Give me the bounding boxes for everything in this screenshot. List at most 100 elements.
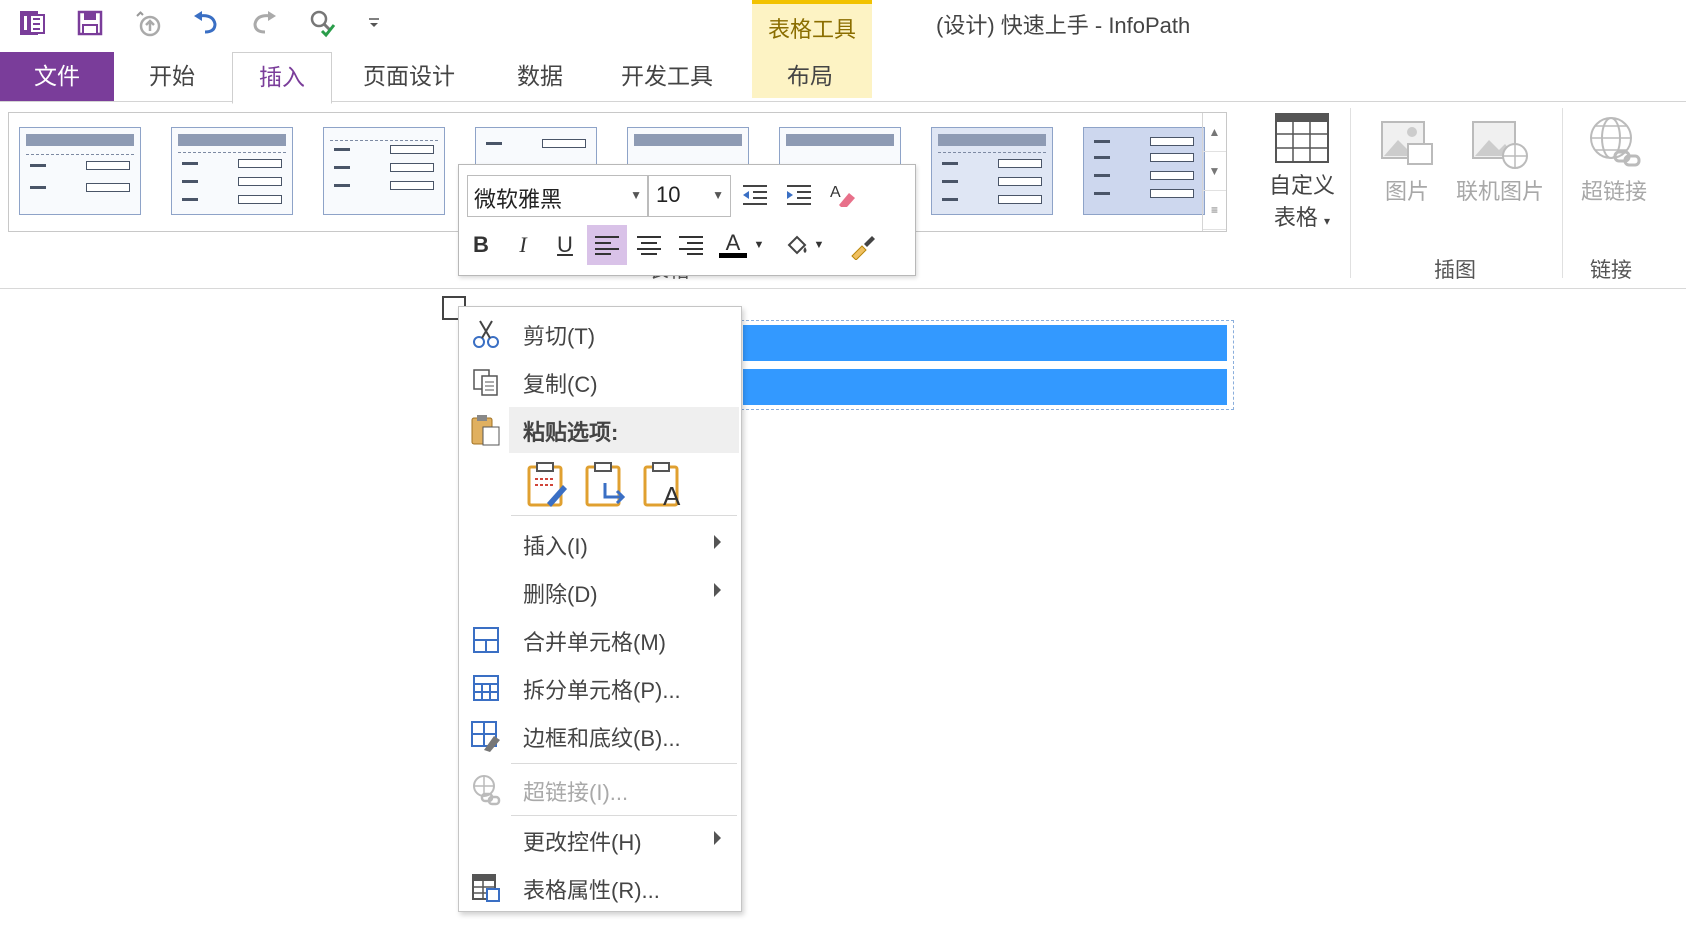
menu-label: 边框和底纹(B)... <box>523 726 681 751</box>
font-color-swatch <box>719 252 747 258</box>
menu-label: 拆分单元格(P)... <box>523 678 681 703</box>
gallery-down-icon[interactable]: ▼ <box>1203 152 1226 191</box>
format-painter-icon[interactable] <box>843 225 883 265</box>
mini-toolbar: 微软雅黑 ▼ 10 ▼ A B I U A ▼ ▼ <box>458 164 916 276</box>
menu-label: 超链接(I)... <box>523 780 629 805</box>
menu-label: 粘贴选项: <box>523 420 619 445</box>
custom-table-button[interactable]: 自定义 表格 ▾ <box>1262 108 1342 232</box>
menu-item-cut[interactable]: 剪切(T) <box>459 311 741 357</box>
align-center-icon[interactable] <box>629 225 669 265</box>
customize-qat-icon[interactable] <box>356 6 392 40</box>
hyperlink-label: 超链接 <box>1580 179 1647 204</box>
group-separator <box>1562 108 1563 278</box>
increase-indent-icon[interactable] <box>779 175 819 215</box>
online-picture-label: 联机图片 <box>1455 179 1544 204</box>
table-layout-thumb[interactable] <box>931 127 1053 215</box>
menu-item-merge-cells[interactable]: 合并单元格(M) <box>459 617 741 663</box>
bold-button[interactable]: B <box>461 225 501 265</box>
menu-item-delete[interactable]: 删除(D) <box>459 569 741 615</box>
selected-table[interactable] <box>736 320 1234 410</box>
tab-developer[interactable]: 开发工具 <box>612 52 722 102</box>
paste-keep-source-formatting-icon[interactable] <box>525 459 573 509</box>
gallery-more-icon[interactable]: ≡ <box>1203 191 1226 230</box>
ribbon-bottom-border <box>0 288 1686 289</box>
menu-item-copy[interactable]: 复制(C) <box>459 359 741 405</box>
menu-label: 复制(C) <box>523 372 598 397</box>
table-layout-thumb[interactable] <box>1083 127 1205 215</box>
menu-header-paste-options: 粘贴选项: <box>509 407 739 453</box>
font-size-value: 10 <box>656 182 681 207</box>
table-layout-thumb[interactable] <box>323 127 445 215</box>
links-group-label: 链接 <box>1590 259 1632 282</box>
svg-text:A: A <box>663 481 681 509</box>
chevron-down-icon[interactable]: ▼ <box>749 225 769 265</box>
align-left-icon[interactable] <box>587 225 627 265</box>
submenu-arrow-icon <box>714 831 721 845</box>
menu-item-split-cells[interactable]: 拆分单元格(P)... <box>459 665 741 711</box>
menu-item-borders-shading[interactable]: 边框和底纹(B)... <box>459 713 741 759</box>
chevron-down-icon[interactable]: ▼ <box>630 188 642 202</box>
menu-label: 插入(I) <box>523 534 588 559</box>
ribbon-tabs: 文件 开始 插入 页面设计 数据 开发工具 布局 <box>0 52 1686 104</box>
align-right-icon[interactable] <box>671 225 711 265</box>
hyperlink-button[interactable]: 超链接 <box>1574 112 1654 206</box>
table-layout-thumb[interactable] <box>171 127 293 215</box>
custom-table-label-1: 自定义 <box>1268 173 1335 198</box>
tab-layout[interactable]: 布局 <box>762 52 858 102</box>
table-layout-thumb[interactable] <box>19 127 141 215</box>
menu-item-hyperlink[interactable]: 超链接(I)... <box>459 767 741 813</box>
split-cells-icon <box>469 671 503 705</box>
table-row[interactable] <box>743 369 1227 405</box>
picture-button[interactable]: 图片 <box>1374 112 1440 206</box>
context-menu: 剪切(T) 复制(C) 粘贴选项: A 插入(I) 删除(D) 合并单元格(M) <box>458 306 742 912</box>
undo-icon[interactable] <box>188 6 224 40</box>
font-color-button[interactable]: A <box>713 225 753 265</box>
tab-data[interactable]: 数据 <box>500 52 580 102</box>
menu-label: 更改控件(H) <box>523 830 642 855</box>
gallery-scroll: ▲ ▼ ≡ <box>1202 113 1226 231</box>
chevron-down-icon[interactable]: ▼ <box>712 188 724 202</box>
publish-icon[interactable] <box>130 6 166 40</box>
redo-icon[interactable] <box>246 6 282 40</box>
picture-icon <box>1374 112 1440 170</box>
save-icon[interactable] <box>72 6 108 40</box>
window-title: (设计) 快速上手 - InfoPath <box>936 13 1191 38</box>
underline-button[interactable]: U <box>545 225 585 265</box>
font-name-combo[interactable]: 微软雅黑 ▼ <box>467 175 649 217</box>
tab-home[interactable]: 开始 <box>132 52 212 102</box>
table-tools-label: 表格工具 <box>767 17 856 42</box>
menu-item-insert[interactable]: 插入(I) <box>459 521 741 567</box>
menu-item-change-control[interactable]: 更改控件(H) <box>459 817 741 863</box>
italic-button[interactable]: I <box>503 225 543 265</box>
decrease-indent-icon[interactable] <box>735 175 775 215</box>
copy-icon <box>469 365 503 399</box>
online-picture-icon <box>1448 112 1552 170</box>
preview-icon[interactable] <box>304 6 340 40</box>
submenu-arrow-icon <box>714 583 721 597</box>
chevron-down-icon[interactable]: ▼ <box>809 225 829 265</box>
menu-label: 合并单元格(M) <box>523 630 666 655</box>
menu-separator <box>511 763 737 764</box>
gallery-up-icon[interactable]: ▲ <box>1203 113 1226 152</box>
online-picture-button[interactable]: 联机图片 <box>1448 112 1552 206</box>
tab-file[interactable]: 文件 <box>0 52 114 102</box>
clear-formatting-icon[interactable]: A <box>823 175 863 215</box>
table-grid-icon <box>1262 108 1342 164</box>
merge-cells-icon <box>469 623 503 657</box>
paste-merge-formatting-icon[interactable] <box>583 459 631 509</box>
hyperlink-icon <box>469 773 503 807</box>
font-color-icon: A <box>725 229 741 255</box>
table-properties-icon <box>469 871 503 905</box>
table-row[interactable] <box>743 325 1227 361</box>
font-size-combo[interactable]: 10 ▼ <box>647 175 731 217</box>
menu-label: 删除(D) <box>523 582 598 607</box>
paste-text-only-icon[interactable]: A <box>641 459 689 511</box>
borders-shading-icon <box>469 719 503 753</box>
menu-separator <box>511 515 737 516</box>
tab-insert[interactable]: 插入 <box>232 52 332 104</box>
tab-page-design[interactable]: 页面设计 <box>354 52 464 102</box>
svg-text:A: A <box>830 184 841 201</box>
custom-table-label-2: 表格 ▾ <box>1273 205 1331 230</box>
menu-label: 剪切(T) <box>523 324 596 349</box>
menu-item-table-properties[interactable]: 表格属性(R)... <box>459 865 741 911</box>
